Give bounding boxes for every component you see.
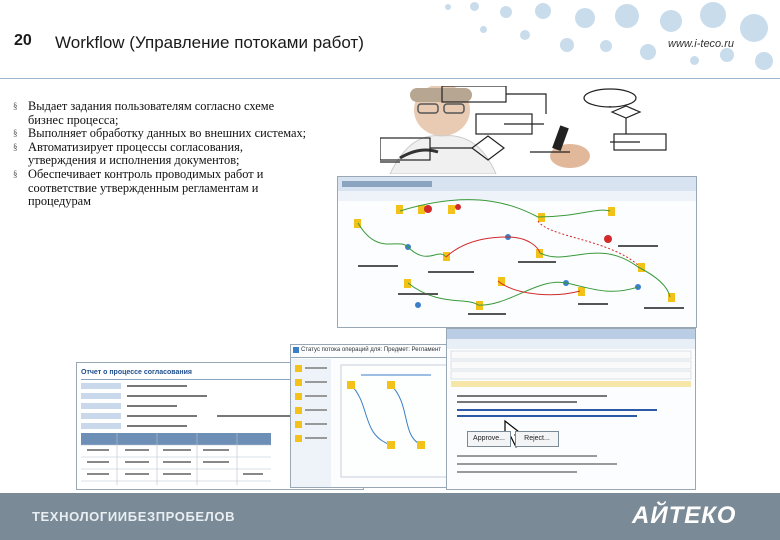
bullet-item: Автоматизирует процессы согласования, ут… [12,140,312,168]
bullet-item: Обеспечивает контроль проводимых работ и… [12,167,312,209]
footer-tagline: ТЕХНОЛОГИИБЕЗПРОБЕЛОВ [32,509,236,524]
company-logo: АЙТЕКО [632,502,737,529]
outlook-approval-screenshot: Approve... Reject... [446,328,696,490]
bullet-item: Выполняет обработку данных во внешних си… [12,127,312,141]
bullet-item: Выдает задания пользователям согласно сх… [12,99,312,127]
website-link[interactable]: www.i-teco.ru [668,38,734,50]
reject-button[interactable]: Reject... [515,431,559,447]
slide-number: 20 [14,32,32,49]
approve-button[interactable]: Approve... [467,431,511,447]
workflow-designer-screenshot [337,176,697,328]
bullet-list: Выдает задания пользователям согласно сх… [12,99,312,209]
header-divider [0,78,780,79]
flowchart-photo [380,86,680,174]
slide-title: Workflow (Управление потоками работ) [55,33,364,52]
workflow-status-screenshot: Статус потока операций для: Предмет: Рег… [290,344,464,488]
